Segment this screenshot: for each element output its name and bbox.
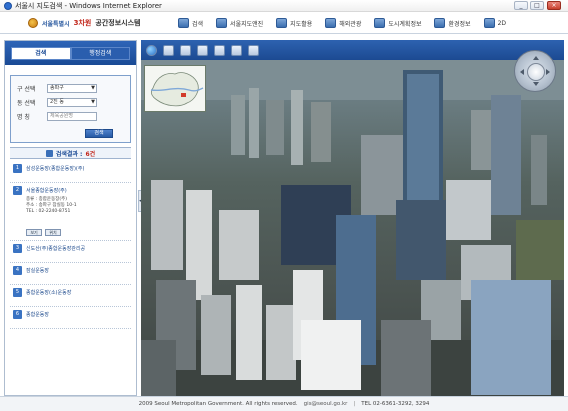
logo-badge: 3차원	[73, 19, 92, 27]
print-icon[interactable]	[214, 44, 225, 56]
nav-search[interactable]: 검색	[178, 16, 203, 30]
save-icon[interactable]	[180, 44, 191, 56]
globe-icon	[325, 18, 337, 28]
locate-button[interactable]: 위치	[45, 229, 61, 236]
result-header: 검색결과 : 6건	[10, 147, 131, 159]
measure-icon[interactable]	[231, 44, 242, 56]
site-logo[interactable]: 서울특별시 3차원 공간정보시스템	[28, 16, 140, 30]
nav-environment[interactable]: 환경정보	[434, 16, 471, 30]
result-name: 서울종합운동장(주)	[26, 188, 67, 194]
title-bar: 서울시 지도검색 - Windows Internet Explorer _ □…	[0, 0, 568, 12]
result-name: 삼성운동장(종합운동장)(주)	[26, 166, 85, 172]
result-number: 3	[13, 244, 22, 253]
map-icon	[216, 18, 228, 28]
map-3d-view[interactable]	[141, 40, 564, 396]
logo-city: 서울특별시	[42, 20, 70, 28]
view-button[interactable]: 보기	[26, 229, 42, 236]
arrow-left-icon[interactable]	[517, 69, 524, 75]
leaf-icon	[434, 18, 446, 28]
name-input[interactable]: 체육공원명	[47, 111, 97, 121]
map-toolbar	[141, 40, 564, 60]
tab-admin-search[interactable]: 행정검색	[70, 47, 130, 60]
2d-icon	[483, 18, 495, 28]
list-item[interactable]: 6 종합운동장	[10, 307, 131, 329]
search-form: 구 선택 송파구 ▼ 동 선택 2진 동 ▼ 명 칭 체육공원명 검색	[10, 75, 131, 143]
result-detail: 종류 : 종합운동장(주) 주소 : 송파구 잠실동 10-1 TEL : 02…	[26, 197, 77, 214]
window-title: 서울시 지도검색 - Windows Internet Explorer	[15, 2, 162, 10]
dong-label: 동 선택	[17, 99, 36, 107]
nav-urban-plan[interactable]: 도시계획정보	[374, 16, 421, 30]
result-list: 1 삼성운동장(종합운동장)(주) 2 서울종합운동장(주) 종류 : 종합운동…	[10, 161, 131, 341]
result-name: 신도산(주)종합운동장관리공	[26, 246, 86, 252]
result-name: 종합운동장(소)운동장	[26, 290, 72, 296]
gu-label: 구 선택	[17, 85, 36, 93]
arrow-right-icon[interactable]	[546, 69, 553, 75]
arrow-up-icon[interactable]	[533, 53, 539, 60]
footer-tel: TEL 02-6361-3292, 3294	[361, 401, 430, 407]
list-item[interactable]: 2 서울종합운동장(주) 종류 : 종합운동장(주) 주소 : 송파구 잠실동 …	[10, 183, 131, 241]
result-number: 4	[13, 266, 22, 275]
overview-minimap[interactable]	[144, 65, 206, 112]
tab-search[interactable]: 검색	[11, 47, 71, 60]
ie-icon	[4, 2, 12, 10]
footer-email[interactable]: gis@seoul.go.kr	[304, 401, 348, 407]
logo-system: 공간정보시스템	[95, 19, 141, 27]
layer-icon[interactable]	[248, 44, 259, 56]
list-icon	[45, 149, 53, 157]
mail-icon[interactable]	[197, 44, 208, 56]
chevron-down-icon: ▼	[91, 84, 95, 91]
footer: 2009 Seoul Metropolitan Government. All …	[0, 396, 568, 411]
seoul-outline	[150, 72, 204, 107]
result-number: 1	[13, 164, 22, 173]
search-button[interactable]: 검색	[85, 129, 113, 138]
nav-2d[interactable]: 2D	[483, 16, 506, 30]
maximize-button[interactable]: □	[530, 1, 544, 10]
close-button[interactable]: ×	[547, 1, 561, 10]
dong-row: 동 선택 2진 동 ▼	[17, 97, 97, 107]
seoul-seal-icon	[28, 18, 38, 28]
result-name: 종합운동장	[26, 312, 50, 318]
panel-header: 검색 행정검색	[5, 41, 136, 65]
list-item[interactable]: 4 잠실운동장	[10, 263, 131, 285]
nav-seoul-map[interactable]: 서울지도앤진	[216, 16, 263, 30]
result-number: 6	[13, 310, 22, 319]
list-item[interactable]: 1 삼성운동장(종합운동장)(주)	[10, 161, 131, 183]
result-name: 잠실운동장	[26, 268, 50, 274]
footer-copyright: 2009 Seoul Metropolitan Government. All …	[138, 401, 298, 407]
search-icon	[178, 18, 189, 28]
tools-icon	[276, 18, 288, 28]
list-item[interactable]: 5 종합운동장(소)운동장	[10, 285, 131, 307]
navigation-compass[interactable]	[514, 50, 556, 92]
panel-tabs: 검색 행정검색	[11, 47, 130, 60]
minimize-button[interactable]: _	[514, 1, 528, 10]
result-count: 6건	[85, 150, 96, 158]
name-row: 명 칭 체육공원명	[17, 111, 97, 121]
result-number: 2	[13, 186, 22, 195]
footer-separator: |	[353, 401, 356, 407]
top-nav: 검색 서울지도앤진 지도활용 해외관광 도시계획정보 환경정보 2D	[178, 15, 519, 31]
arrow-down-icon[interactable]	[533, 82, 539, 89]
globe-icon[interactable]	[146, 44, 157, 56]
app-header: 서울특별시 3차원 공간정보시스템 검색 서울지도앤진 지도활용 해외관광 도시…	[0, 12, 568, 34]
name-label: 명 칭	[17, 113, 30, 121]
search-panel: 검색 행정검색 구 선택 송파구 ▼ 동 선택 2진 동 ▼ 명 칭 체육공원명 검…	[4, 40, 137, 396]
nav-map-use[interactable]: 지도활용	[276, 16, 312, 30]
result-number: 5	[13, 288, 22, 297]
building-icon	[374, 18, 386, 28]
chevron-down-icon: ▼	[91, 98, 95, 105]
dong-select[interactable]: 2진 동 ▼	[47, 97, 97, 107]
gu-select[interactable]: 송파구 ▼	[47, 83, 97, 93]
refresh-icon[interactable]	[163, 44, 174, 56]
browser-window: 서울시 지도검색 - Windows Internet Explorer _ □…	[0, 0, 568, 411]
list-item[interactable]: 3 신도산(주)종합운동장관리공	[10, 241, 131, 263]
result-label: 검색결과 :	[55, 150, 83, 158]
gu-row: 구 선택 송파구 ▼	[17, 83, 97, 93]
compass-center[interactable]	[527, 63, 545, 81]
nav-tourism[interactable]: 해외관광	[325, 16, 361, 30]
